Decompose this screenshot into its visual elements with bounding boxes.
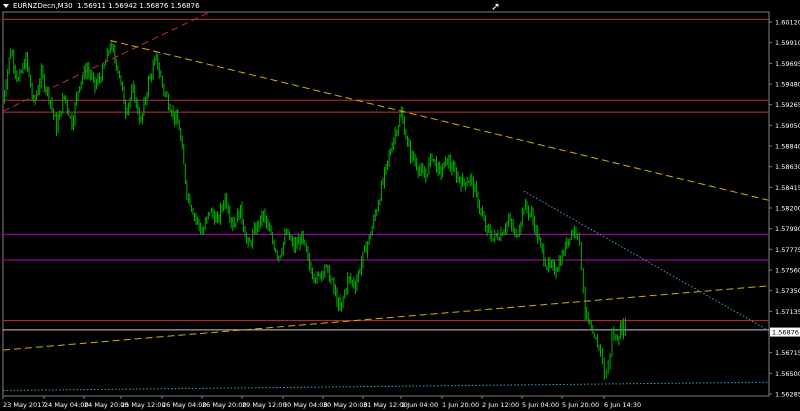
price-tick-label: 1.60120 — [775, 19, 800, 27]
time-tick-label: 1 Jun 04:00 — [401, 401, 438, 409]
trendline — [2, 285, 770, 351]
time-tick-label: 6 Jun 14:30 — [604, 401, 641, 409]
price-tick-label: 1.59910 — [775, 39, 800, 47]
chart-header: EURNZDecn,M30 1.56911 1.56942 1.56876 1.… — [3, 2, 200, 10]
time-tick-label: 23 May 2017 — [3, 401, 45, 409]
trendline — [2, 381, 770, 391]
collapse-triangle-icon[interactable] — [3, 4, 9, 8]
time-tick-label: 30 May 04:00 — [283, 401, 328, 409]
trendline — [2, 11, 211, 112]
price-tick-label: 1.57560 — [775, 267, 800, 275]
price-chart[interactable]: 1.60120 1.59910 1.59695 1.59480 1.59265 1.590… — [0, 0, 800, 411]
time-tick-label: 1 Jun 20:00 — [442, 401, 479, 409]
price-tick-label: 1.56285 — [775, 391, 800, 399]
price-tick-label: 1.56715 — [775, 349, 800, 357]
time-tick-label: 24 May 04:00 — [44, 401, 89, 409]
time-tick-label: 2 Jun 12:00 — [482, 401, 519, 409]
price-tick-label: 1.58840 — [775, 143, 800, 151]
time-tick-label: 26 May 04:00 — [162, 401, 207, 409]
price-tick-label: 1.57775 — [775, 246, 800, 254]
time-tick-label: 30 May 20:00 — [323, 401, 368, 409]
price-tick-label: 1.57990 — [775, 225, 800, 233]
price-tick-label: 1.58630 — [775, 163, 800, 171]
time-tick-label: 5 Jun 04:00 — [522, 401, 559, 409]
current-price-label: 1.56876 — [772, 329, 799, 337]
time-tick-label: 25 May 12:00 — [121, 401, 166, 409]
price-tick-label: 1.59480 — [775, 81, 800, 89]
chart-window[interactable]: 1.60120 1.59910 1.59695 1.59480 1.59265 1.590… — [0, 0, 800, 411]
price-tick-label: 1.59695 — [775, 60, 800, 68]
price-tick-label: 1.59050 — [775, 122, 800, 130]
time-tick-label: 5 Jun 20:00 — [562, 401, 599, 409]
price-tick-label: 1.57350 — [775, 287, 800, 295]
price-tick-label: 1.57135 — [775, 308, 800, 316]
trendline — [110, 39, 770, 201]
price-tick-label: 1.56500 — [775, 370, 800, 378]
symbol-timeframe: EURNZDecn,M30 — [13, 2, 73, 10]
time-tick-label: 26 May 20:00 — [202, 401, 247, 409]
mouse-cursor-icon: ➚ — [491, 0, 501, 13]
price-tick-label: 1.58415 — [775, 184, 800, 192]
price-tick-label: 1.59265 — [775, 101, 800, 109]
price-tick-label: 1.58200 — [775, 205, 800, 213]
time-tick-label: 29 May 12:00 — [242, 401, 287, 409]
ohlc-values: 1.56911 1.56942 1.56876 1.56876 — [77, 2, 200, 10]
